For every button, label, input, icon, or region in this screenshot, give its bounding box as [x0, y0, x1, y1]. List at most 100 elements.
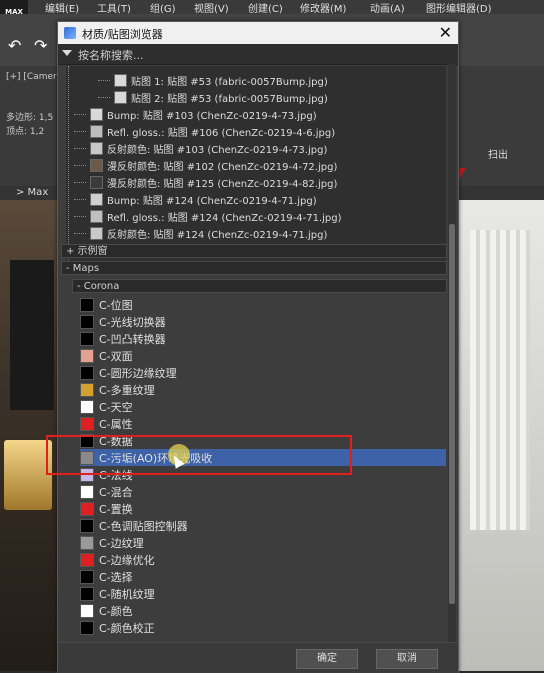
- tree-item-label: Bump: 贴图 #103 (ChenZc-0219-4-73.jpg): [107, 111, 317, 122]
- tree-item-label: Bump: 贴图 #124 (ChenZc-0219-4-71.jpg): [107, 196, 317, 207]
- map-list-item-label: C-光线切换器: [99, 315, 166, 329]
- redo-icon[interactable]: ↷: [34, 36, 47, 55]
- menu-tools[interactable]: 工具(T): [97, 0, 131, 15]
- tree-connector: [74, 216, 86, 217]
- scene-tv: [10, 260, 54, 410]
- scrollbar-thumb[interactable]: [449, 224, 455, 604]
- map-swatch-icon: [80, 552, 94, 567]
- menu-graph-editors[interactable]: 图形编辑器(D): [426, 0, 492, 15]
- highlight-box: [46, 435, 352, 475]
- map-list-item[interactable]: C-置换: [80, 500, 446, 517]
- map-list-item[interactable]: C-随机纹理: [80, 585, 446, 602]
- map-list-item[interactable]: C-颜色: [80, 602, 446, 619]
- tree-connector: [98, 97, 110, 98]
- map-list-item[interactable]: C-圆形边缘纹理: [80, 364, 446, 381]
- tree-connector: [74, 131, 86, 132]
- map-list-item[interactable]: C-凹凸转换器: [80, 330, 446, 347]
- tree-connector: [74, 182, 86, 183]
- map-swatch-icon: [80, 501, 94, 516]
- map-list-item[interactable]: C-光线切换器: [80, 313, 446, 330]
- map-list-item[interactable]: C-边缘优化: [80, 551, 446, 568]
- map-list-item-label: C-圆形边缘纹理: [99, 366, 177, 380]
- menu-group[interactable]: 组(G): [150, 0, 176, 15]
- map-list-item-label: C-位图: [99, 298, 133, 312]
- undo-icon[interactable]: ↶: [8, 36, 21, 55]
- menu-view[interactable]: 视图(V): [194, 0, 229, 15]
- tree-item[interactable]: 反射颜色: 贴图 #124 (ChenZc-0219-4-71.jpg): [74, 225, 327, 242]
- map-list-item[interactable]: C-多重纹理: [80, 381, 446, 398]
- command-panel-label[interactable]: 扫出: [488, 146, 508, 161]
- section-corona[interactable]: - Corona: [72, 279, 447, 293]
- map-swatch-icon: [80, 331, 94, 346]
- tree-item[interactable]: 贴图 1: 贴图 #53 (fabric-0057Bump.jpg): [98, 72, 328, 89]
- map-list-item-label: C-双面: [99, 349, 133, 363]
- menu-edit[interactable]: 编辑(E): [45, 0, 79, 15]
- tree-item[interactable]: 漫反射颜色: 贴图 #102 (ChenZc-0219-4-72.jpg): [74, 157, 337, 174]
- map-list-item[interactable]: C-天空: [80, 398, 446, 415]
- map-list-item[interactable]: C-混合: [80, 483, 446, 500]
- tree-item[interactable]: 漫反射颜色: 贴图 #125 (ChenZc-0219-4-82.jpg): [74, 174, 337, 191]
- map-swatch-icon: [80, 399, 94, 414]
- tree-connector: [74, 165, 86, 166]
- tree-connector: [74, 148, 86, 149]
- menu-create[interactable]: 创建(C): [248, 0, 283, 15]
- map-swatch-icon: [80, 348, 94, 363]
- ok-button[interactable]: 确定: [296, 649, 358, 669]
- map-list-item[interactable]: C-位图: [80, 296, 446, 313]
- tree-connector: [74, 233, 86, 234]
- map-swatch-icon: [80, 620, 94, 635]
- tree-connector: [74, 114, 86, 115]
- tree-item[interactable]: Refl. gloss.: 贴图 #124 (ChenZc-0219-4-71.…: [74, 208, 342, 225]
- map-list-item-label: C-多重纹理: [99, 383, 155, 397]
- tree-item-label: 贴图 2: 贴图 #53 (fabric-0057Bump.jpg): [131, 94, 328, 105]
- map-list-item[interactable]: C-色调贴图控制器: [80, 517, 446, 534]
- tree-connector: [74, 199, 86, 200]
- search-input[interactable]: 按名称搜索...: [78, 47, 144, 63]
- tree-item-label: 贴图 1: 贴图 #53 (fabric-0057Bump.jpg): [131, 77, 328, 88]
- map-list-item[interactable]: C-双面: [80, 347, 446, 364]
- close-icon[interactable]: ✕: [439, 23, 452, 43]
- command-panel: 扫出: [458, 66, 544, 186]
- material-swatch-icon: [90, 210, 103, 223]
- material-swatch-icon: [90, 142, 103, 155]
- map-swatch-icon: [80, 382, 94, 397]
- map-swatch-icon: [80, 603, 94, 618]
- dropdown-arrow-icon[interactable]: [62, 50, 72, 56]
- material-swatch-icon: [90, 176, 103, 189]
- map-swatch-icon: [80, 416, 94, 431]
- map-list-item[interactable]: C-选择: [80, 568, 446, 585]
- viewport-tab[interactable]: > Max: [16, 187, 48, 198]
- search-bar[interactable]: 按名称搜索...: [58, 44, 458, 65]
- map-swatch-icon: [80, 535, 94, 550]
- tree-item[interactable]: 贴图 2: 贴图 #53 (fabric-0057Bump.jpg): [98, 89, 328, 106]
- map-list-item[interactable]: C-属性: [80, 415, 446, 432]
- section-maps[interactable]: - Maps: [61, 261, 447, 275]
- map-list-item-label: C-颜色校正: [99, 621, 155, 635]
- map-list-item-label: C-颜色: [99, 604, 133, 618]
- map-list-item-label: C-选择: [99, 570, 133, 584]
- section-examples[interactable]: + 示例窗: [61, 244, 447, 258]
- map-list-item-label: C-随机纹理: [99, 587, 155, 601]
- material-swatch-icon: [114, 91, 127, 104]
- dialog-titlebar[interactable]: 材质/贴图浏览器 ✕: [58, 22, 458, 44]
- map-list-item-label: C-属性: [99, 417, 133, 431]
- tree-item[interactable]: Bump: 贴图 #103 (ChenZc-0219-4-73.jpg): [74, 106, 317, 123]
- tree-guide-line: [68, 66, 69, 262]
- cancel-button[interactable]: 取消: [376, 649, 438, 669]
- map-swatch-icon: [80, 569, 94, 584]
- material-swatch-icon: [90, 159, 103, 172]
- tree-item[interactable]: Refl. gloss.: 贴图 #106 (ChenZc-0219-4-6.j…: [74, 123, 335, 140]
- tree-item[interactable]: Bump: 贴图 #124 (ChenZc-0219-4-71.jpg): [74, 191, 317, 208]
- scrollbar[interactable]: [448, 64, 456, 642]
- menu-animation[interactable]: 动画(A): [370, 0, 405, 15]
- dialog-title: 材质/贴图浏览器: [82, 28, 163, 41]
- menu-modifiers[interactable]: 修改器(M): [300, 0, 346, 15]
- viewport-label[interactable]: [+] [Camera: [6, 72, 62, 82]
- tree-connector: [98, 80, 110, 81]
- tree-item[interactable]: 反射颜色: 贴图 #103 (ChenZc-0219-4-73.jpg): [74, 140, 327, 157]
- map-list-item[interactable]: C-颜色校正: [80, 619, 446, 636]
- dialog-footer: 确定 取消: [58, 642, 458, 673]
- map-list-item[interactable]: C-边纹理: [80, 534, 446, 551]
- map-list-item-label: C-凹凸转换器: [99, 332, 166, 346]
- scene-curtain: [470, 230, 530, 530]
